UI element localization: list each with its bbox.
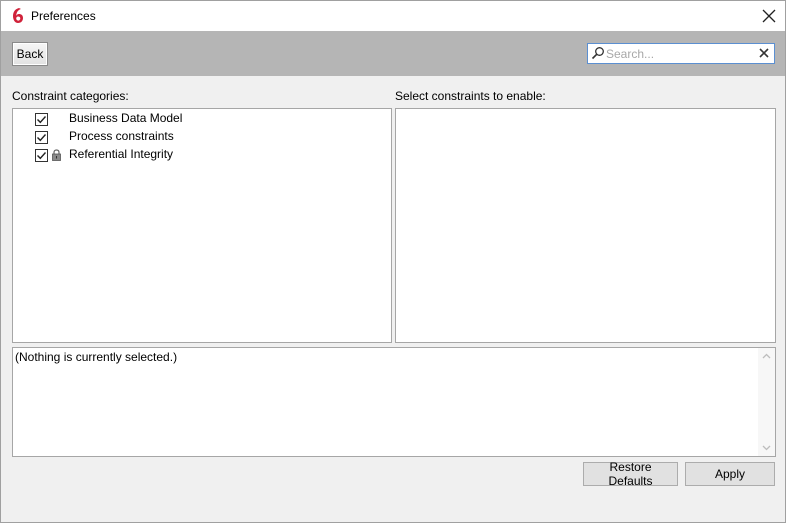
search-input[interactable] [606, 45, 756, 62]
clear-icon[interactable] [758, 47, 770, 59]
restore-defaults-button[interactable]: Restore Defaults [583, 460, 678, 488]
tree-item-label: Referential Integrity [69, 147, 174, 161]
constraints-list[interactable] [395, 108, 776, 343]
window-title: Preferences [31, 9, 96, 23]
tree-item-label: Business Data Model [69, 111, 183, 125]
close-icon[interactable] [757, 4, 781, 28]
tree-item-label: Process constraints [69, 129, 174, 143]
lock-icon [51, 149, 62, 161]
check-icon [37, 152, 47, 160]
apply-button[interactable]: Apply [685, 462, 775, 486]
check-icon [37, 116, 47, 124]
checkbox[interactable] [35, 113, 48, 126]
checkbox[interactable] [35, 131, 48, 144]
check-icon [37, 134, 47, 142]
search-box[interactable] [587, 43, 775, 64]
app-logo-icon [10, 7, 26, 25]
description-area[interactable]: (Nothing is currently selected.) [12, 347, 776, 457]
search-icon [591, 46, 605, 60]
back-button[interactable]: Back [12, 42, 48, 66]
constraint-categories-label: Constraint categories: [12, 89, 129, 103]
tree-item-process-constraints[interactable]: Process constraints [13, 128, 373, 146]
tree-item-business-data-model[interactable]: Business Data Model [13, 110, 373, 128]
scroll-down-icon[interactable] [761, 442, 772, 453]
checkbox[interactable] [35, 149, 48, 162]
tree-item-referential-integrity[interactable]: Referential Integrity [13, 146, 373, 164]
scroll-up-icon[interactable] [761, 351, 772, 362]
vertical-scrollbar[interactable] [758, 348, 775, 456]
title-bar: Preferences [1, 1, 785, 31]
description-text: (Nothing is currently selected.) [15, 350, 178, 364]
preferences-window: Preferences Back Constraint categori [0, 0, 786, 523]
categories-tree[interactable]: Business Data Model Process constraints [12, 108, 392, 343]
toolbar: Back [1, 31, 785, 76]
select-constraints-label: Select constraints to enable: [395, 89, 546, 103]
